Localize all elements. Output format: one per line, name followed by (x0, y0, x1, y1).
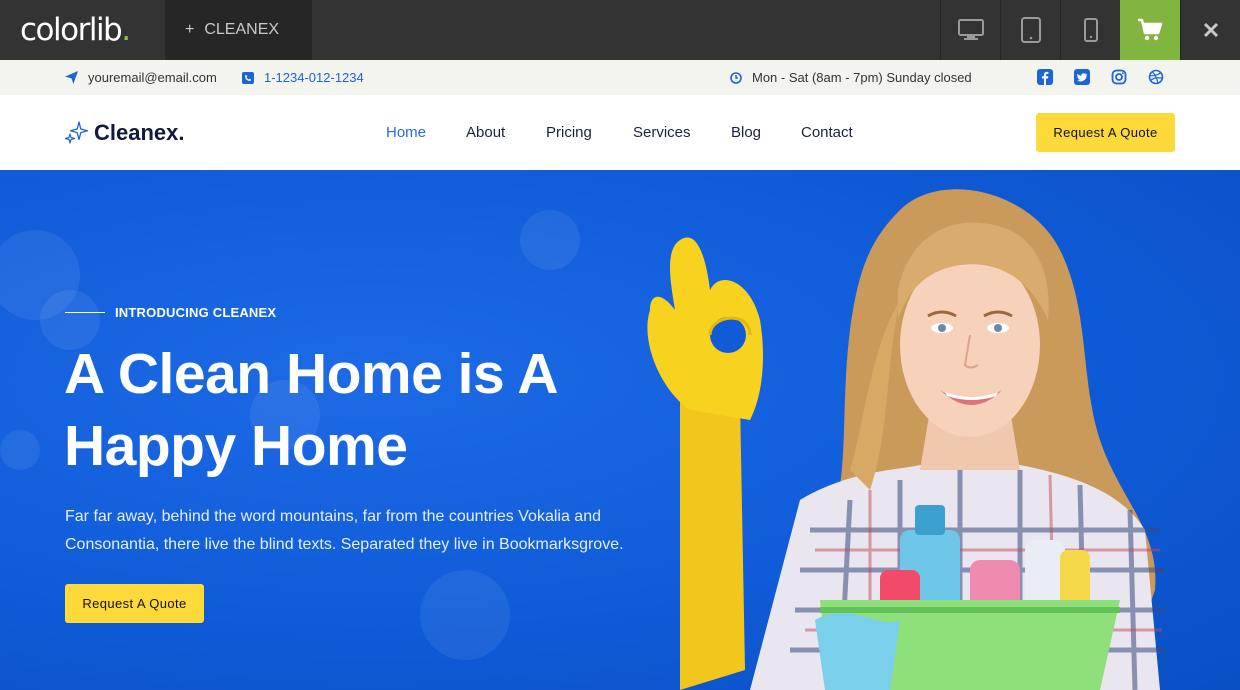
bubble-decoration (0, 430, 40, 470)
hero-description-line-2: Consonantia, there live the blind texts.… (65, 536, 624, 553)
brand-logo[interactable]: Cleanex. (64, 119, 185, 147)
nav-contact[interactable]: Contact (801, 124, 853, 141)
instagram-icon[interactable] (1111, 69, 1127, 85)
nav-blog[interactable]: Blog (731, 124, 761, 141)
phone-info[interactable]: 1-1234-012-1234 (242, 60, 364, 95)
hero-eyebrow: INTRODUCING CLEANEX (65, 305, 276, 320)
email-info[interactable]: youremail@email.com (65, 60, 217, 95)
nav-services[interactable]: Services (633, 124, 691, 141)
cart-button[interactable] (1120, 0, 1180, 60)
mobile-icon (1083, 18, 1098, 42)
close-icon (1203, 22, 1218, 38)
theme-tab-label: CLEANEX (204, 21, 280, 38)
hero-title-line-2: Happy Home (64, 414, 408, 478)
preview-bar: colorlib. + CLEANEX (0, 0, 1240, 60)
hero-request-quote-button[interactable]: Request A Quote (65, 584, 204, 623)
phone-icon (242, 71, 254, 84)
request-quote-button[interactable]: Request A Quote (1036, 113, 1175, 152)
hero-title-line-1: A Clean Home is A (64, 342, 559, 406)
tablet-view-button[interactable] (1000, 0, 1060, 60)
phone-text: 1-1234-012-1234 (264, 70, 364, 85)
eyebrow-line (65, 312, 105, 313)
cleaning-woman-photo (647, 189, 1165, 690)
mobile-view-button[interactable] (1060, 0, 1120, 60)
main-navbar: Cleanex. Home About Pricing Services Blo… (0, 95, 1240, 170)
brand-name: Cleanex. (94, 120, 185, 145)
eyebrow-text: INTRODUCING CLEANEX (115, 305, 277, 320)
hours-info: Mon - Sat (8am - 7pm) Sunday closed (730, 60, 972, 95)
nav-pricing[interactable]: Pricing (546, 124, 592, 141)
twitter-icon[interactable] (1074, 69, 1090, 85)
nav-about[interactable]: About (466, 124, 505, 141)
bubble-decoration (520, 210, 580, 270)
plus-icon: + (185, 21, 195, 38)
hero-title: A Clean Home is A Happy Home (64, 338, 624, 482)
tablet-icon (1020, 17, 1041, 43)
theme-tab[interactable]: + CLEANEX (165, 0, 312, 60)
close-preview-button[interactable] (1180, 0, 1240, 60)
cart-icon (1138, 18, 1163, 41)
hero-description-line-1: Far far away, behind the word mountains,… (65, 508, 601, 525)
nav-home[interactable]: Home (386, 124, 426, 141)
facebook-icon[interactable] (1037, 69, 1053, 85)
clock-icon (730, 71, 742, 84)
hero-section: INTRODUCING CLEANEX A Clean Home is A Ha… (0, 170, 1240, 690)
colorlib-logo[interactable]: colorlib. (20, 12, 131, 48)
paper-plane-icon (65, 71, 78, 84)
desktop-icon (957, 19, 984, 40)
sparkle-icon (64, 121, 89, 144)
bubble-decoration (420, 570, 510, 660)
email-text: youremail@email.com (88, 70, 217, 85)
dribbble-icon[interactable] (1148, 69, 1164, 85)
contact-info-bar: youremail@email.com 1-1234-012-1234 Mon … (0, 60, 1240, 95)
hours-text: Mon - Sat (8am - 7pm) Sunday closed (752, 70, 972, 85)
desktop-view-button[interactable] (940, 0, 1000, 60)
hero-description: Far far away, behind the word mountains,… (65, 503, 645, 559)
